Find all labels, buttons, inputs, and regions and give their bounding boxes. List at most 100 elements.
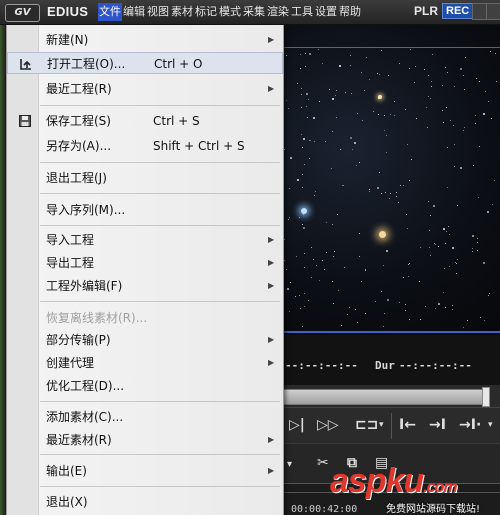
star-dot: [488, 101, 489, 102]
star-dot: [403, 277, 404, 278]
play-icon[interactable]: ▷|: [289, 416, 305, 434]
star-dot: [452, 247, 454, 249]
menu-clip[interactable]: 素材: [170, 3, 194, 21]
menu-mode[interactable]: 模式: [218, 3, 242, 21]
submenu-arrow-icon: ▶: [268, 35, 275, 44]
star-dot: [463, 75, 464, 76]
fast-forward-icon[interactable]: ▷▷: [317, 416, 339, 434]
star-dot: [302, 147, 303, 148]
edius-window: GV EDIUS 文件 编辑 视图 素材 标记 模式 采集 渲染 工具 设置 帮…: [0, 0, 500, 515]
star-dot: [444, 268, 445, 269]
submenu-arrow-icon: ▶: [268, 258, 275, 267]
star-dot: [457, 259, 458, 260]
menu-item-external-edit[interactable]: 工程外编辑(F) ▶: [7, 275, 283, 297]
preview-bottom-border: [283, 331, 500, 333]
scrubber-track[interactable]: [283, 389, 485, 405]
star-dot: [492, 204, 493, 205]
star-dot: [324, 269, 325, 270]
gv-logo: GV: [5, 4, 40, 22]
menu-help[interactable]: 帮助: [338, 3, 362, 21]
menu-separator: [40, 454, 280, 455]
menu-capture[interactable]: 采集: [242, 3, 266, 21]
star-dot: [303, 214, 304, 215]
menu-item-create-proxy[interactable]: 创建代理 ▶: [7, 352, 283, 374]
menu-item-add-clip[interactable]: 添加素材(C)...: [7, 406, 283, 428]
insert-dropdown-icon[interactable]: ▾: [488, 416, 493, 434]
set-in-icon[interactable]: I←: [399, 416, 416, 434]
star-dot: [349, 307, 350, 308]
star-dot: [409, 263, 410, 264]
cut-icon[interactable]: ✂: [317, 454, 329, 472]
star-dot: [384, 115, 385, 116]
star-dot: [438, 246, 439, 247]
set-out-icon[interactable]: →I: [429, 416, 446, 434]
star-dot: [476, 78, 477, 79]
menu-separator: [40, 162, 280, 163]
loop-icon[interactable]: ⊏⊐: [355, 416, 378, 434]
plr-label[interactable]: PLR: [414, 4, 438, 18]
menu-item-partial-transfer[interactable]: 部分传输(P) ▶: [7, 329, 283, 351]
star-dot: [460, 167, 462, 169]
menu-item-export-project[interactable]: 导出工程 ▶: [7, 252, 283, 274]
toolbar-dropdown-icon[interactable]: ▾: [287, 456, 292, 474]
star-dot: [394, 101, 395, 102]
insert-icon[interactable]: →I·: [459, 416, 481, 434]
menu-separator: [40, 193, 280, 194]
star-dot: [453, 125, 454, 126]
star-dot: [405, 304, 406, 305]
star-dot: [414, 82, 415, 83]
menu-settings[interactable]: 设置: [314, 3, 338, 21]
menu-item-import-project[interactable]: 导入工程 ▶: [7, 229, 283, 251]
star-dot: [350, 65, 351, 66]
star-dot: [318, 49, 319, 50]
minimize-button[interactable]: [472, 3, 487, 20]
menu-item-recent-projects[interactable]: 最近工程(R) ▶: [7, 78, 283, 100]
star-dot: [354, 142, 356, 144]
close-button[interactable]: [486, 3, 500, 20]
menu-file[interactable]: 文件: [98, 3, 122, 21]
star-dot: [385, 192, 386, 193]
star-dot: [336, 117, 337, 118]
menu-item-open-project[interactable]: 打开工程(O)... Ctrl + O: [7, 52, 283, 74]
menu-item-import-sequence[interactable]: 导入序列(M)...: [7, 199, 283, 221]
menu-item-save-as[interactable]: 另存为(A)... Shift + Ctrl + S: [7, 135, 283, 157]
menu-render[interactable]: 渲染: [266, 3, 290, 21]
menu-item-exit-project[interactable]: 退出工程(J): [7, 167, 283, 189]
star-dot: [454, 86, 455, 87]
star-dot: [432, 54, 433, 55]
app-name: EDIUS: [47, 4, 89, 19]
star-dot: [410, 49, 411, 50]
star-dot: [399, 302, 400, 303]
menu-item-exit[interactable]: 退出(X): [7, 491, 283, 513]
star-dot: [407, 228, 408, 229]
menu-item-output[interactable]: 输出(E) ▶: [7, 460, 283, 482]
menu-edit[interactable]: 编辑: [122, 3, 146, 21]
submenu-arrow-icon: ▶: [268, 435, 275, 444]
menu-item-recent-clips[interactable]: 最近素材(R) ▶: [7, 429, 283, 451]
rec-label[interactable]: REC: [442, 3, 474, 19]
star-dot: [478, 197, 479, 198]
star-dot: [494, 180, 495, 181]
star-dot: [289, 311, 290, 312]
star-dot: [301, 88, 302, 89]
submenu-arrow-icon: ▶: [268, 335, 275, 344]
star-dot: [322, 63, 323, 64]
star-dot: [337, 214, 338, 215]
menu-view[interactable]: 视图: [146, 3, 170, 21]
star-dot: [446, 231, 447, 232]
menu-item-save-project[interactable]: 保存工程(S) Ctrl + S: [7, 110, 283, 132]
position-scrubber[interactable]: [283, 385, 500, 407]
menu-item-optimize-project[interactable]: 优化工程(D)...: [7, 375, 283, 397]
menu-item-label: 部分传输(P): [46, 333, 111, 347]
star-dot: [489, 293, 490, 294]
menu-separator: [40, 486, 280, 487]
star-dot: [284, 260, 285, 261]
menu-marker[interactable]: 标记: [194, 3, 218, 21]
menu-item-new[interactable]: 新建(N) ▶: [7, 29, 283, 51]
menu-bar: 文件 编辑 视图 素材 标记 模式 采集 渲染 工具 设置 帮助: [98, 3, 362, 21]
loop-dropdown-icon[interactable]: ▾: [379, 416, 384, 434]
star-dot: [430, 215, 431, 216]
scrubber-handle[interactable]: [482, 387, 490, 407]
menu-tools[interactable]: 工具: [290, 3, 314, 21]
star-dot: [435, 244, 436, 245]
